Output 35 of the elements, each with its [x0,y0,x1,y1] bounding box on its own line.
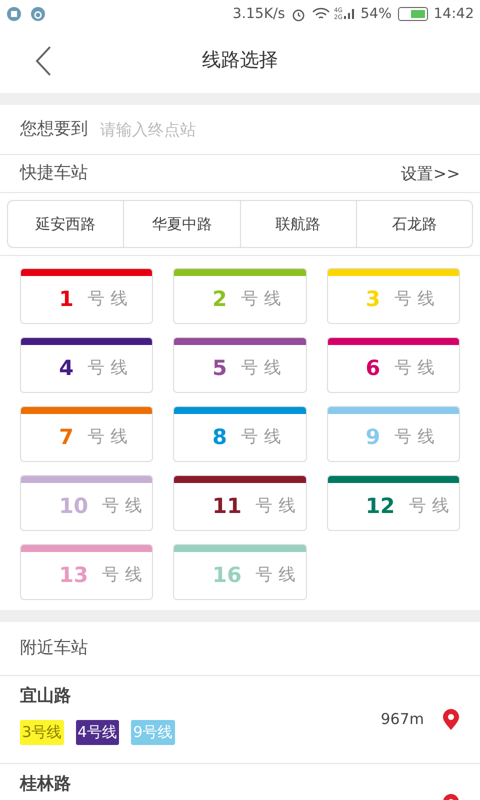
line-card[interactable]: 12 号线 [326,475,460,531]
settings-link[interactable]: 设置>> [401,162,460,186]
line-card[interactable]: 10 号线 [20,475,154,531]
line-tag: 9号线 [131,720,175,744]
quick-station-button[interactable]: 华夏中路 [123,201,240,247]
quick-station-button[interactable]: 石龙路 [356,201,472,247]
clock: 14:42 [434,4,474,24]
line-card[interactable]: 7 号线 [20,406,154,462]
line-card[interactable]: 3 号线 [326,268,460,324]
station-name: 宜山路 [20,685,72,708]
nearby-title: 附近车站 [20,636,88,660]
quick-station-button[interactable]: 联航路 [240,201,356,247]
station-row[interactable]: 宜山路 3号线 4号线 9号线 967m [0,676,480,764]
line-card[interactable]: 6 号线 [326,337,460,393]
network-speed: 3.15K/s [232,4,286,24]
quick-stations-label: 快捷车站 [20,162,88,185]
line-tag: 3号线 [20,720,64,744]
station-name: 桂林路 [20,773,72,796]
line-card[interactable]: 1 号线 [20,268,154,324]
line-card[interactable]: 13 号线 [20,544,154,600]
line-card[interactable]: 11 号线 [173,475,307,531]
page-title: 线路选择 [202,48,278,74]
destination-label: 您想要到 [20,118,88,141]
distance: 967m [380,709,424,730]
line-card[interactable]: 5 号线 [173,337,307,393]
line-tag: 4号线 [76,720,120,744]
battery-percent: 54% [360,4,392,24]
destination-input[interactable]: 请输入终点站 [100,118,460,142]
station-row[interactable]: 桂林路 [0,764,480,800]
line-card[interactable]: 4 号线 [20,337,154,393]
line-card[interactable]: 8 号线 [173,406,307,462]
quick-station-button[interactable]: 延安西路 [8,201,124,247]
line-card[interactable]: 16 号线 [173,544,307,600]
line-card[interactable]: 2 号线 [173,268,307,324]
line-card[interactable]: 9 号线 [326,406,460,462]
